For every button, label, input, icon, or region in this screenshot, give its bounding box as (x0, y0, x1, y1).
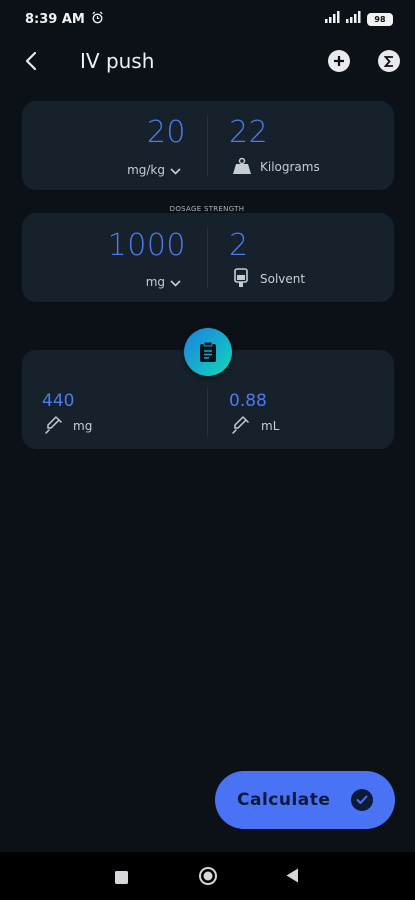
system-nav-bar (0, 852, 415, 900)
strength-card: 1000 mg 2 Solvent (22, 213, 394, 302)
amount-value[interactable]: 1000 (108, 228, 186, 263)
amount-unit-selector[interactable]: mg (146, 272, 181, 291)
syringe-icon (45, 416, 63, 438)
solvent-label: Solvent (260, 272, 306, 286)
clipboard-icon[interactable] (184, 328, 232, 376)
back-icon[interactable] (286, 868, 299, 887)
chevron-down-icon (170, 272, 181, 291)
home-icon[interactable] (198, 866, 218, 890)
weight-unit-label: Kilograms (260, 160, 320, 174)
result-dose-unit: mg (73, 419, 93, 433)
add-icon[interactable] (328, 50, 350, 72)
divider (207, 388, 208, 437)
dose-unit-label: mg/kg (127, 162, 165, 177)
recents-icon[interactable] (115, 869, 128, 888)
result-dose-value: 440 (42, 391, 75, 411)
check-circle-icon (351, 789, 373, 811)
weight-value[interactable]: 22 (229, 115, 268, 150)
page-title: IV push (80, 49, 155, 73)
app-bar: IV push (0, 38, 415, 86)
result-volume-unit: mL (261, 419, 280, 433)
back-arrow-icon[interactable] (18, 48, 44, 74)
signal-icon (346, 11, 362, 27)
divider (207, 227, 208, 288)
chevron-down-icon (170, 160, 181, 179)
status-time: 8:39 AM (25, 11, 85, 27)
divider (207, 115, 208, 176)
sigma-icon[interactable] (378, 50, 400, 72)
weight-icon (232, 157, 252, 179)
alarm-icon (91, 11, 104, 28)
vial-icon (233, 268, 249, 292)
signal-icon (325, 11, 341, 27)
dose-value[interactable]: 20 (147, 115, 186, 150)
calculate-label: Calculate (237, 790, 331, 810)
solvent-value[interactable]: 2 (229, 228, 249, 263)
status-bar: 8:39 AM 98 (0, 0, 415, 38)
battery-icon: 98 (367, 12, 393, 26)
amount-unit-label: mg (145, 274, 165, 289)
result-volume-value: 0.88 (229, 391, 267, 411)
dose-card: 20 mg/kg 22 Kilograms (22, 101, 394, 190)
syringe-icon (232, 416, 250, 438)
calculate-button[interactable]: Calculate (215, 771, 395, 829)
dose-unit-selector[interactable]: mg/kg (127, 160, 181, 179)
